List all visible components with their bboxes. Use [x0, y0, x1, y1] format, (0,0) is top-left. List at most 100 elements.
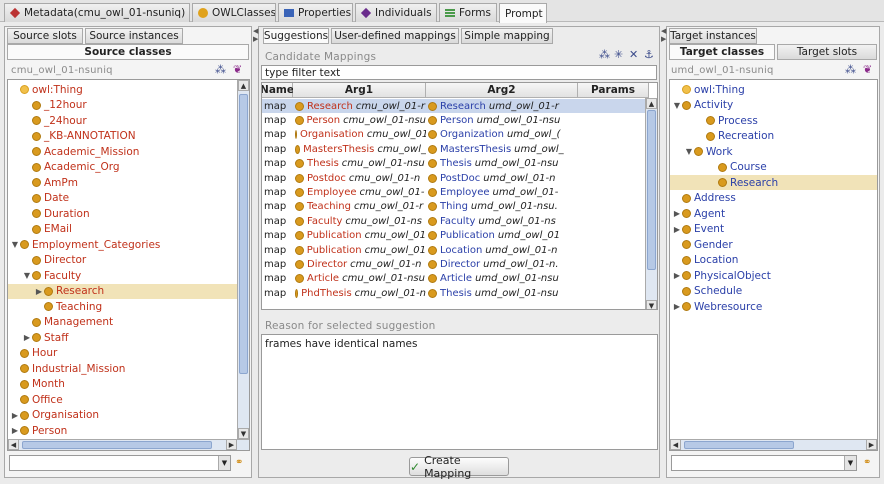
tab-target-slots[interactable]: Target slots — [777, 44, 877, 60]
star-icon[interactable]: ✳ — [614, 48, 623, 61]
close-icon[interactable]: ✕ — [629, 48, 638, 61]
column-header-name[interactable]: Name — [262, 83, 294, 98]
expand-toggle-icon[interactable]: ▶ — [10, 426, 20, 435]
divider-right-handle[interactable]: ◀ ▶ — [661, 27, 667, 43]
table-row[interactable]: map Postdoc cmu_owl_01-n PostDoc umd_owl_01-… — [262, 171, 649, 185]
source-search-field[interactable]: ▼ — [9, 455, 231, 471]
scroll-down-arrow[interactable]: ▼ — [238, 428, 249, 439]
tree-node[interactable]: Teaching — [8, 299, 237, 314]
subclass-icon[interactable]: ❦ — [863, 63, 872, 76]
search-icon[interactable]: ⚭ — [235, 457, 243, 468]
tree-node[interactable]: Research — [670, 175, 877, 190]
source-tree-vertical-scrollbar[interactable]: ▲ ▼ — [237, 80, 249, 439]
table-row[interactable]: map Thesis cmu_owl_01-nsu Thesis umd_owl_01-… — [262, 157, 649, 171]
table-row[interactable]: map Article cmu_owl_01-nsu Article umd_owl_0… — [262, 272, 649, 286]
tree-node[interactable]: _12hour — [8, 98, 237, 113]
create-mapping-button[interactable]: ✓ Create Mapping — [409, 454, 509, 480]
tree-node[interactable]: ▶ Webresource — [670, 299, 877, 314]
tree-node[interactable]: Duration — [8, 206, 237, 221]
tree-node[interactable]: Recreation — [670, 129, 877, 144]
tree-node[interactable]: Academic_Org — [8, 160, 237, 175]
tab-suggestions[interactable]: Suggestions — [263, 28, 329, 44]
table-row[interactable]: map Teaching cmu_owl_01-r Thing umd_owl_01-n… — [262, 200, 649, 214]
tab-forms[interactable]: Forms — [439, 3, 497, 22]
expand-toggle-icon[interactable]: ▼ — [22, 271, 32, 280]
tab-user-defined-mappings[interactable]: User-defined mappings — [331, 28, 459, 44]
tree-node[interactable]: EMail — [8, 222, 237, 237]
tree-node[interactable]: Date — [8, 191, 237, 206]
tab-source-slots[interactable]: Source slots — [7, 28, 83, 44]
tree-node[interactable]: Process — [670, 113, 877, 128]
scroll-thumb[interactable] — [684, 441, 794, 449]
tree-node[interactable]: Month — [8, 377, 237, 392]
scroll-right-arrow[interactable]: ▶ — [866, 439, 877, 450]
hierarchy-icon[interactable]: ⁂ — [215, 63, 226, 76]
scroll-up-arrow[interactable]: ▲ — [646, 98, 657, 109]
tab-simple-mapping[interactable]: Simple mapping — [461, 28, 553, 44]
tree-node[interactable]: ▼ Work — [670, 144, 877, 159]
tree-node[interactable]: AmPm — [8, 175, 237, 190]
tree-node[interactable]: ▼ Activity — [670, 98, 877, 113]
tree-node[interactable]: Academic_Mission — [8, 144, 237, 159]
tree-node[interactable]: ▶ Event — [670, 222, 877, 237]
tab-properties[interactable]: Properties — [278, 3, 353, 22]
dropdown-arrow-icon[interactable]: ▼ — [844, 456, 856, 470]
tree-node[interactable]: _24hour — [8, 113, 237, 128]
hierarchy-icon[interactable]: ⁂ — [599, 48, 610, 61]
table-row[interactable]: mapOrganisationcmu_owl_01-(Organizationu… — [262, 128, 649, 142]
expand-toggle-icon[interactable]: ▶ — [672, 302, 682, 311]
tree-node[interactable]: ▶ Agent — [670, 206, 877, 221]
expand-toggle-icon[interactable]: ▼ — [684, 147, 694, 156]
tree-node[interactable]: ▼ Faculty — [8, 268, 237, 283]
hierarchy-icon[interactable]: ⁂ — [845, 63, 856, 76]
tree-node[interactable]: ▶ Organisation — [8, 408, 237, 423]
tree-node[interactable]: Schedule — [670, 284, 877, 299]
tree-node[interactable]: _KB-ANNOTATION — [8, 129, 237, 144]
mappings-vertical-scrollbar[interactable]: ▲ ▼ — [645, 98, 657, 309]
scroll-up-arrow[interactable]: ▲ — [238, 80, 249, 91]
tab-target-classes[interactable]: Target classes — [669, 44, 775, 60]
expand-toggle-icon[interactable]: ▶ — [34, 287, 44, 296]
expand-toggle-icon[interactable]: ▶ — [10, 411, 20, 420]
table-row[interactable]: map PhdThesis cmu_owl_01-n Thesis umd_owl_01… — [262, 286, 649, 300]
scroll-thumb[interactable] — [647, 110, 656, 270]
table-row[interactable]: map Research cmu_owl_01-r Research umd_owl_0… — [262, 99, 649, 114]
divider-left-handle[interactable]: ◀ ▶ — [253, 27, 259, 43]
table-row[interactable]: map Publication cmu_owl_01 Location umd_owl_… — [262, 243, 649, 257]
scroll-thumb[interactable] — [22, 441, 212, 449]
scroll-thumb[interactable] — [239, 94, 248, 374]
expand-toggle-icon[interactable]: ▼ — [10, 240, 20, 249]
tree-node[interactable]: Industrial_Mission — [8, 361, 237, 376]
search-icon[interactable]: ⚭ — [863, 457, 871, 468]
tree-node[interactable]: owl:Thing — [670, 82, 877, 97]
target-tree-horizontal-scrollbar[interactable]: ◀ ▶ — [670, 439, 877, 450]
expand-toggle-icon[interactable]: ▶ — [672, 225, 682, 234]
tab-metadata[interactable]: Metadata(cmu_owl_01-nsuniq) — [4, 3, 190, 22]
column-header-params[interactable]: Params — [578, 83, 649, 98]
tree-node[interactable]: ▶ Research — [8, 283, 237, 299]
table-row[interactable]: map Faculty cmu_owl_01-ns Faculty umd_owl_01… — [262, 214, 649, 228]
tree-node[interactable]: ▶ Person — [8, 423, 237, 438]
table-row[interactable]: map Director cmu_owl_01-n Director umd_owl_0… — [262, 257, 649, 271]
tree-node[interactable]: ▶ Staff — [8, 330, 237, 345]
tab-target-instances[interactable]: Target instances — [669, 28, 757, 44]
filter-input[interactable]: type filter text — [261, 65, 657, 80]
scroll-down-arrow[interactable]: ▼ — [646, 300, 657, 309]
tree-node[interactable]: Gender — [670, 237, 877, 252]
tree-node[interactable]: ▼ Employment_Categories — [8, 237, 237, 252]
expand-toggle-icon[interactable]: ▶ — [672, 271, 682, 280]
source-tree-horizontal-scrollbar[interactable]: ◀ ▶ — [8, 439, 249, 450]
tree-node[interactable]: Hour — [8, 346, 237, 361]
tree-node[interactable]: Course — [670, 160, 877, 175]
expand-toggle-icon[interactable]: ▶ — [22, 333, 32, 342]
column-header-arg1[interactable]: Arg1 — [293, 83, 426, 98]
tree-node[interactable]: Address — [670, 191, 877, 206]
tab-individuals[interactable]: Individuals — [355, 3, 437, 22]
column-header-arg2[interactable]: Arg2 — [426, 83, 578, 98]
scroll-right-arrow[interactable]: ▶ — [226, 439, 237, 450]
tree-node[interactable]: Location — [670, 253, 877, 268]
tree-node[interactable]: Office — [8, 392, 237, 407]
tree-node[interactable]: owl:Thing — [8, 82, 237, 97]
tab-owlclasses[interactable]: OWLClasses — [192, 3, 276, 22]
table-row[interactable]: map Publication cmu_owl_01 Publication umd_o… — [262, 229, 649, 243]
